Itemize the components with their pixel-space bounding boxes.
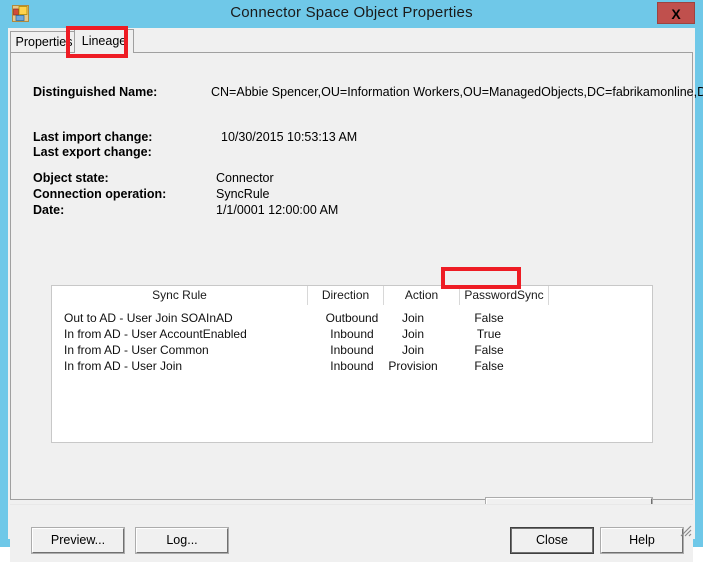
cell-passwordsync: True: [476, 327, 502, 341]
object-state-value: Connector: [216, 171, 274, 185]
date-label: Date:: [33, 203, 65, 217]
distinguished-name-label: Distinguished Name:: [33, 85, 158, 99]
resize-grip-icon[interactable]: [678, 523, 692, 537]
tab-properties[interactable]: Properties: [10, 31, 78, 53]
window-title: Connector Space Object Properties: [230, 4, 473, 21]
sync-rule-list-header: Sync Rule Direction Action PasswordSync: [52, 286, 652, 305]
connection-operation-value: SyncRule: [216, 187, 270, 201]
table-row[interactable]: Out to AD - User Join SOAInAD Outbound J…: [52, 311, 652, 327]
cell-passwordsync: False: [474, 343, 504, 357]
lineage-tab-panel: Distinguished Name: CN=Abbie Spencer,OU=…: [10, 52, 703, 539]
cell-passwordsync: False: [474, 359, 504, 373]
column-header-filler: [549, 286, 652, 305]
sync-rule-list[interactable]: Sync Rule Direction Action PasswordSync …: [51, 285, 653, 443]
log-button[interactable]: Log...: [135, 527, 229, 554]
column-header-direction[interactable]: Direction: [308, 286, 384, 305]
close-button[interactable]: Close: [510, 527, 594, 554]
cell-sync-rule: Out to AD - User Join SOAInAD: [64, 311, 233, 325]
column-header-sync-rule[interactable]: Sync Rule: [52, 286, 308, 305]
tab-lineage[interactable]: Lineage: [74, 29, 134, 53]
close-window-button[interactable]: X: [657, 2, 695, 24]
dialog-window: Connector Space Object Properties X Prop…: [0, 0, 703, 562]
title-bar[interactable]: Connector Space Object Properties X: [0, 0, 703, 30]
column-header-action[interactable]: Action: [384, 286, 460, 305]
connection-operation-label: Connection operation:: [33, 187, 167, 201]
cell-passwordsync: False: [474, 311, 504, 325]
preview-button[interactable]: Preview...: [31, 527, 125, 554]
cell-sync-rule: In from AD - User Join: [64, 359, 183, 373]
distinguished-name-value: CN=Abbie Spencer,OU=Information Workers,…: [211, 85, 703, 99]
dialog-body: Properties Lineage Distinguished Name: C…: [8, 28, 703, 562]
table-row[interactable]: In from AD - User Common Inbound Join Fa…: [52, 343, 652, 359]
date-value: 1/1/0001 12:00:00 AM: [216, 203, 339, 217]
tab-strip: Properties Lineage: [8, 28, 695, 53]
last-import-change-value: 10/30/2015 10:53:13 AM: [221, 130, 358, 144]
table-row[interactable]: In from AD - User AccountEnabled Inbound…: [52, 327, 652, 343]
cell-sync-rule: In from AD - User Common: [64, 343, 209, 357]
object-state-label: Object state:: [33, 171, 109, 185]
last-import-change-label: Last import change:: [33, 130, 153, 144]
table-row[interactable]: In from AD - User Join Inbound Provision…: [52, 359, 652, 375]
last-export-change-label: Last export change:: [33, 145, 152, 159]
help-button[interactable]: Help: [600, 527, 684, 554]
column-header-passwordsync[interactable]: PasswordSync: [460, 286, 549, 305]
cell-sync-rule: In from AD - User AccountEnabled: [64, 327, 247, 341]
